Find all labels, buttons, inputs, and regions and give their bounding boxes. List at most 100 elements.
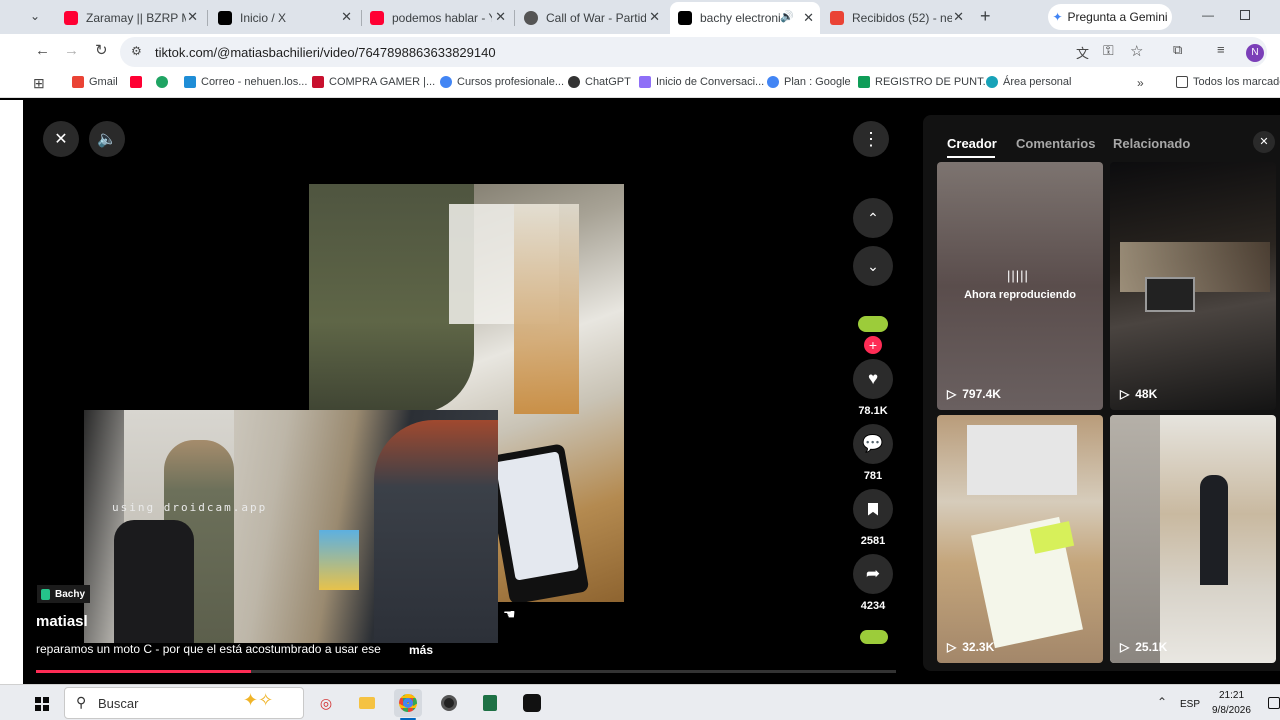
address-bar[interactable]: ⚙ tiktok.com/@matiasbachilieri/video/764…: [120, 37, 1267, 67]
progress-fill: [36, 670, 251, 673]
right-panel: Creador Comentarios Relacionado ✕ ||||| …: [923, 115, 1280, 671]
tab-bachy-active[interactable]: bachy electronic 🔊 ✕: [670, 2, 820, 34]
bookmark-youtube[interactable]: [130, 76, 147, 88]
new-tab-button[interactable]: +: [980, 6, 991, 27]
globe-icon: [986, 76, 998, 88]
more-options-button[interactable]: ⋮: [853, 121, 889, 157]
close-tab-icon[interactable]: ✕: [187, 9, 198, 25]
video-thumb-now-playing[interactable]: ||||| Ahora reproduciendo ▷ 797.4K: [937, 162, 1103, 410]
video-thumb[interactable]: ▷ 32.3K: [937, 415, 1103, 663]
language-indicator[interactable]: ESP: [1180, 699, 1200, 710]
capcut-icon[interactable]: [518, 689, 546, 717]
tab-title: Inicio / X: [240, 10, 287, 25]
bookmark-gmail[interactable]: Gmail: [72, 76, 118, 88]
bookmark-area-personal[interactable]: Área personal: [986, 76, 1072, 88]
chatgpt-icon: [568, 76, 580, 88]
bookmark-gemini[interactable]: Inicio de Conversaci...: [639, 76, 764, 88]
back-icon[interactable]: ←: [35, 42, 50, 59]
comment-button[interactable]: 💬: [853, 424, 893, 464]
site-info-icon[interactable]: ⚙: [131, 44, 142, 58]
speaker-icon[interactable]: 🔊: [780, 10, 794, 23]
tab-creador[interactable]: Creador: [947, 136, 997, 151]
like-button[interactable]: ♥: [853, 359, 893, 399]
close-panel-button[interactable]: ✕: [1253, 131, 1275, 153]
tab-zaramay[interactable]: Zaramay || BZRP Mus ✕: [56, 4, 204, 31]
clock-date[interactable]: 9/8/2026: [1212, 705, 1251, 716]
author-badge[interactable]: Bachy: [37, 585, 91, 603]
bookmark-cursos[interactable]: Cursos profesionale...: [440, 76, 564, 88]
bookmark-correo[interactable]: Correo - nehuen.los...: [184, 76, 307, 88]
tab-comentarios[interactable]: Comentarios: [1016, 136, 1095, 151]
progress-track[interactable]: [36, 670, 896, 673]
creator-avatar[interactable]: [858, 316, 888, 332]
tab-title: podemos hablar - Yo: [392, 10, 492, 25]
save-button[interactable]: [853, 489, 893, 529]
share-arrow-icon: ➦: [865, 564, 881, 583]
next-video-button[interactable]: ⌄: [853, 246, 893, 286]
game-icon: [524, 10, 538, 25]
share-button[interactable]: ➦: [853, 554, 893, 594]
youtube-icon: [130, 76, 142, 88]
excel-like-icon[interactable]: [476, 689, 504, 717]
close-tab-icon[interactable]: ✕: [803, 10, 814, 26]
bookmark-icon: [868, 502, 878, 516]
notifications-icon[interactable]: [1268, 697, 1280, 709]
sheet-icon: [858, 76, 870, 88]
tab-call-of-war[interactable]: Call of War - Partida ✕: [516, 4, 666, 31]
username[interactable]: matiasl: [36, 613, 88, 630]
bookmark-chatgpt[interactable]: ChatGPT: [568, 76, 631, 88]
gemini-sparkle-icon: [639, 76, 651, 88]
bookmark-all-folder[interactable]: Todos los marcadores: [1176, 76, 1280, 88]
tab-x[interactable]: Inicio / X ✕: [210, 4, 358, 31]
taskbar-app-icon[interactable]: ◎: [312, 689, 340, 717]
profile-avatar[interactable]: N: [1246, 44, 1264, 62]
close-tab-icon[interactable]: ✕: [341, 9, 352, 25]
clock-time[interactable]: 21:21: [1219, 690, 1244, 701]
tab-search-chevron-icon[interactable]: ⌄: [30, 9, 40, 23]
tab-title: Zaramay || BZRP Mus: [86, 10, 186, 25]
close-tab-icon[interactable]: ✕: [953, 9, 964, 25]
prev-video-button[interactable]: ⌃: [853, 198, 893, 238]
volume-button[interactable]: 🔈: [89, 121, 125, 157]
tab-podemos-hablar[interactable]: podemos hablar - Yo ✕: [362, 4, 512, 31]
maximize-icon[interactable]: [1240, 10, 1250, 20]
bookmark-compra-gamer[interactable]: COMPRA GAMER |...: [312, 76, 435, 88]
follow-plus-icon[interactable]: +: [864, 336, 882, 354]
view-count: ▷ 797.4K: [947, 387, 1001, 401]
chrome-icon[interactable]: [394, 689, 422, 717]
windows-start-icon[interactable]: [35, 697, 49, 711]
bookmark-star-icon[interactable]: ☆: [1130, 42, 1143, 60]
more-caption-link[interactable]: más: [409, 643, 433, 657]
minimize-icon[interactable]: —: [1202, 8, 1214, 22]
extensions-icon[interactable]: ⧉: [1173, 42, 1182, 58]
taskbar-search[interactable]: ⚲ Buscar ✦✧: [64, 687, 304, 719]
tray-chevron-icon[interactable]: ⌃: [1157, 695, 1167, 709]
gemini-button[interactable]: ✦ Pregunta a Gemini: [1048, 4, 1172, 30]
bookmark-green[interactable]: [156, 76, 173, 88]
media-control-icon[interactable]: ≡: [1217, 42, 1225, 57]
tab-creador-underline: [947, 156, 995, 158]
music-disc-icon[interactable]: [860, 630, 888, 644]
close-tab-icon[interactable]: ✕: [649, 9, 660, 25]
tab-recibidos[interactable]: Recibidos (52) - nehu ✕: [822, 4, 970, 31]
translate-icon[interactable]: 文: [1076, 43, 1089, 62]
tab-relacionado[interactable]: Relacionado: [1113, 136, 1190, 151]
url-text[interactable]: tiktok.com/@matiasbachilieri/video/76478…: [155, 45, 496, 60]
file-explorer-icon[interactable]: [353, 689, 381, 717]
webcam-app-icon[interactable]: [435, 689, 463, 717]
more-bookmarks-icon[interactable]: »: [1137, 76, 1144, 90]
apps-grid-icon[interactable]: ⊞: [33, 75, 45, 92]
reload-icon[interactable]: ↻: [95, 41, 108, 59]
close-video-button[interactable]: ✕: [43, 121, 79, 157]
bookmark-registro[interactable]: REGISTRO DE PUNT...: [858, 76, 992, 88]
bookmark-plan-google[interactable]: Plan : Google: [767, 76, 851, 88]
forward-icon[interactable]: →: [64, 42, 79, 59]
like-count: 78.1K: [858, 405, 888, 417]
google-icon: [767, 76, 779, 88]
password-key-icon[interactable]: ⚿: [1103, 42, 1114, 59]
google-icon: [440, 76, 452, 88]
close-tab-icon[interactable]: ✕: [495, 9, 506, 25]
video-thumb[interactable]: ▷ 25.1K: [1110, 415, 1276, 663]
windows-taskbar: ⚲ Buscar ✦✧ ◎ ⌃ ESP 21:21 9/8/2026: [0, 684, 1280, 720]
video-thumb[interactable]: ▷ 48K: [1110, 162, 1276, 410]
